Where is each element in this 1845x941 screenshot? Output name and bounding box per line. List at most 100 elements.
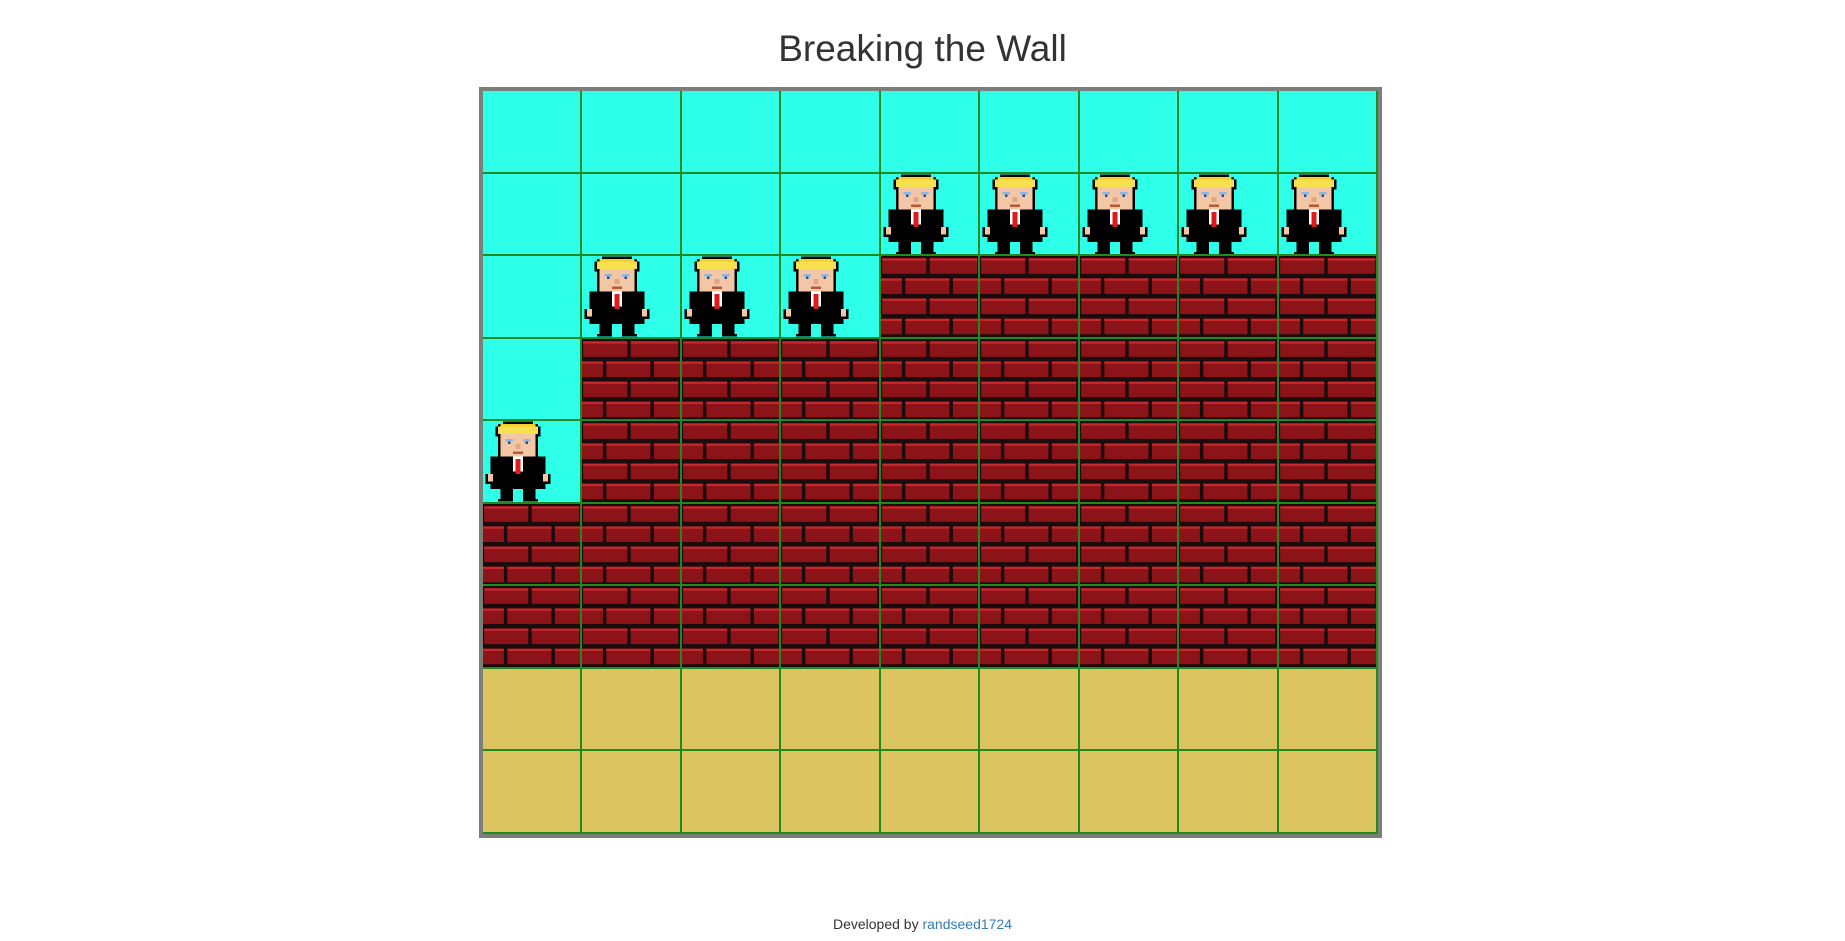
brick-wall-icon (1278, 421, 1376, 502)
brick-cell[interactable] (1179, 421, 1279, 504)
brick-wall-icon (1278, 338, 1376, 420)
footer: Developed by randseed1724 (0, 916, 1845, 932)
sky-cell[interactable] (483, 256, 583, 339)
character-cell[interactable] (980, 173, 1080, 257)
brick-cell[interactable] (880, 338, 981, 422)
sand-cell[interactable] (1278, 751, 1378, 834)
brick-cell[interactable] (1278, 503, 1378, 587)
sand-cell[interactable] (483, 668, 583, 752)
sand-cell[interactable] (582, 751, 682, 834)
brick-wall-icon (880, 586, 979, 667)
brick-wall-icon (681, 503, 780, 585)
character-cell[interactable] (1278, 173, 1378, 257)
brick-cell[interactable] (1179, 503, 1279, 587)
brick-cell[interactable] (1079, 338, 1180, 422)
brick-cell[interactable] (1278, 586, 1378, 669)
brick-wall-icon (582, 503, 680, 585)
sand-cell[interactable] (1179, 668, 1279, 752)
brick-cell[interactable] (681, 503, 782, 587)
brick-cell[interactable] (582, 586, 682, 669)
brick-cell[interactable] (1278, 256, 1378, 339)
brick-wall-icon (681, 338, 780, 420)
brick-cell[interactable] (1179, 256, 1279, 339)
blonde-man-in-suit-icon (1082, 174, 1148, 255)
brick-cell[interactable] (483, 586, 583, 669)
sand-cell[interactable] (880, 668, 981, 752)
sand-cell[interactable] (582, 668, 682, 752)
sky-cell[interactable] (483, 91, 583, 174)
sand-cell[interactable] (681, 751, 782, 834)
brick-wall-icon (1079, 586, 1178, 667)
sky-cell[interactable] (681, 173, 782, 257)
character-cell[interactable] (1179, 173, 1279, 257)
brick-cell[interactable] (1079, 586, 1180, 669)
brick-cell[interactable] (980, 338, 1080, 422)
sky-cell[interactable] (980, 91, 1080, 174)
brick-wall-icon (483, 586, 581, 667)
brick-cell[interactable] (681, 586, 782, 669)
brick-cell[interactable] (1278, 338, 1378, 422)
brick-wall-icon (980, 421, 1078, 502)
brick-cell[interactable] (483, 503, 583, 587)
sand-cell[interactable] (1179, 751, 1279, 834)
sky-cell[interactable] (1079, 91, 1180, 174)
sky-cell[interactable] (781, 91, 881, 174)
sand-cell[interactable] (880, 751, 981, 834)
brick-cell[interactable] (980, 586, 1080, 669)
brick-cell[interactable] (1079, 421, 1180, 504)
sky-cell[interactable] (1179, 91, 1279, 174)
sand-cell[interactable] (483, 751, 583, 834)
brick-cell[interactable] (880, 421, 981, 504)
brick-cell[interactable] (781, 338, 881, 422)
character-cell[interactable] (781, 256, 881, 339)
brick-cell[interactable] (582, 503, 682, 587)
brick-cell[interactable] (582, 338, 682, 422)
brick-cell[interactable] (1079, 503, 1180, 587)
character-cell[interactable] (582, 256, 682, 339)
sand-cell[interactable] (681, 668, 782, 752)
brick-wall-icon (582, 421, 680, 502)
sand-cell[interactable] (1079, 751, 1180, 834)
character-cell[interactable] (483, 421, 583, 504)
sky-cell[interactable] (483, 173, 583, 257)
sky-cell[interactable] (1278, 91, 1378, 174)
sand-cell[interactable] (980, 668, 1080, 752)
brick-cell[interactable] (980, 503, 1080, 587)
brick-cell[interactable] (1278, 421, 1378, 504)
brick-wall-icon (582, 338, 680, 420)
sky-cell[interactable] (781, 173, 881, 257)
brick-cell[interactable] (880, 503, 981, 587)
sand-cell[interactable] (781, 668, 881, 752)
blonde-man-in-suit-icon (584, 256, 650, 337)
sand-cell[interactable] (781, 751, 881, 834)
brick-wall-icon (1079, 421, 1178, 502)
brick-cell[interactable] (1179, 338, 1279, 422)
brick-cell[interactable] (681, 421, 782, 504)
author-link[interactable]: randseed1724 (922, 916, 1012, 932)
sky-cell[interactable] (681, 91, 782, 174)
brick-cell[interactable] (980, 421, 1080, 504)
character-cell[interactable] (1079, 173, 1180, 257)
brick-cell[interactable] (781, 503, 881, 587)
sky-cell[interactable] (483, 338, 583, 422)
blonde-man-in-suit-icon (485, 421, 551, 502)
character-cell[interactable] (681, 256, 782, 339)
brick-cell[interactable] (880, 256, 981, 339)
brick-wall-icon (1079, 338, 1178, 420)
sky-cell[interactable] (582, 173, 682, 257)
brick-cell[interactable] (1179, 586, 1279, 669)
brick-cell[interactable] (880, 586, 981, 669)
brick-cell[interactable] (681, 338, 782, 422)
sand-cell[interactable] (1278, 668, 1378, 752)
brick-cell[interactable] (582, 421, 682, 504)
sky-cell[interactable] (880, 91, 981, 174)
sand-cell[interactable] (980, 751, 1080, 834)
brick-cell[interactable] (1079, 256, 1180, 339)
sky-cell[interactable] (582, 91, 682, 174)
character-cell[interactable] (880, 173, 981, 257)
brick-cell[interactable] (980, 256, 1080, 339)
sand-cell[interactable] (1079, 668, 1180, 752)
brick-cell[interactable] (781, 586, 881, 669)
brick-wall-icon (1278, 586, 1376, 667)
brick-cell[interactable] (781, 421, 881, 504)
